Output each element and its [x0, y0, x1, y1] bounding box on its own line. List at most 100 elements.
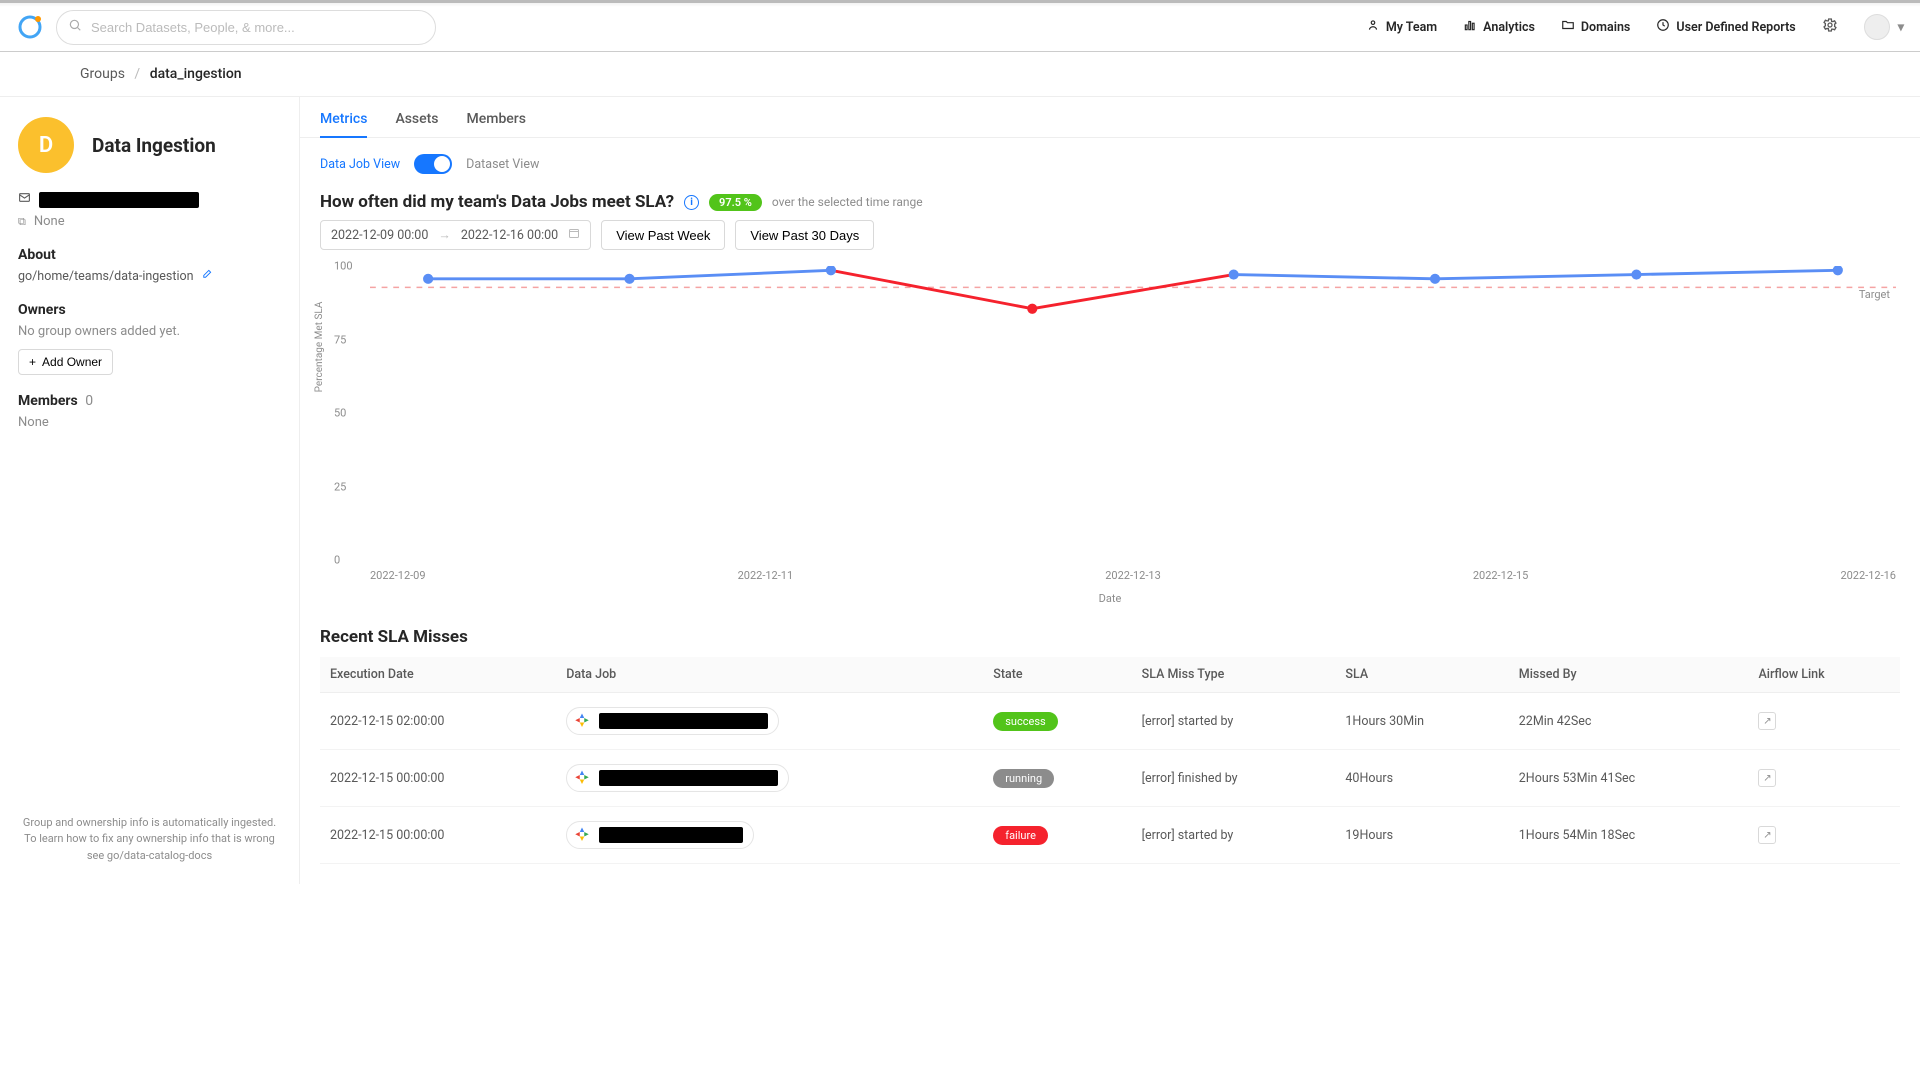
chart-icon	[1463, 18, 1477, 36]
calendar-icon	[568, 227, 580, 243]
chart-ytick: 25	[334, 480, 346, 493]
cell-miss-type: [error] finished by	[1132, 750, 1336, 807]
data-job-chip[interactable]	[566, 821, 754, 849]
slack-icon: ⧉	[18, 215, 26, 229]
view-data-job[interactable]: Data Job View	[320, 157, 400, 172]
state-pill: success	[993, 712, 1057, 731]
mail-icon	[18, 191, 31, 208]
search-icon	[68, 18, 82, 36]
arrow-right-icon: →	[438, 228, 451, 243]
cell-missed-by: 2Hours 53Min 41Sec	[1509, 750, 1749, 807]
clock-icon	[1656, 18, 1670, 36]
view-dataset[interactable]: Dataset View	[466, 157, 539, 172]
breadcrumb-root[interactable]: Groups	[80, 66, 125, 82]
data-job-chip[interactable]	[566, 707, 779, 735]
info-icon[interactable]: i	[684, 195, 699, 210]
plus-icon: +	[29, 355, 36, 369]
cell-sla: 19Hours	[1335, 807, 1508, 864]
owners-label: Owners	[18, 302, 281, 318]
chart-ytick: 0	[334, 554, 340, 567]
table-row: 2022-12-15 00:00:00 failure [error] starte…	[320, 807, 1900, 864]
airflow-link-icon[interactable]: ↗	[1758, 826, 1776, 844]
sidebar: D Data Ingestion ⧉ None About go/home/te…	[0, 97, 300, 884]
chart-ylabel: Percentage Met SLA	[314, 302, 325, 393]
nav-label: My Team	[1386, 20, 1437, 35]
chart-xtick: 2022-12-09	[370, 569, 426, 582]
user-menu[interactable]: ▾	[1864, 14, 1904, 40]
airflow-link-icon[interactable]: ↗	[1758, 769, 1776, 787]
page-question: How often did my team's Data Jobs meet S…	[320, 192, 674, 212]
nav-my-team[interactable]: My Team	[1366, 18, 1437, 36]
topbar: My Team Analytics Domains User Defined R…	[0, 0, 1920, 52]
search-input[interactable]	[56, 10, 436, 45]
about-label: About	[18, 247, 281, 263]
members-label: Members 0	[18, 393, 281, 409]
chart-xtick: 2022-12-11	[738, 569, 794, 582]
chart-plot	[370, 266, 1896, 693]
cell-miss-type: [error] started by	[1132, 693, 1336, 750]
sidebar-footer-note: Group and ownership info is automaticall…	[18, 575, 281, 865]
airflow-link-icon[interactable]: ↗	[1758, 712, 1776, 730]
breadcrumb: Groups / data_ingestion	[0, 52, 1920, 97]
logo[interactable]	[16, 13, 44, 41]
members-none: None	[18, 415, 281, 430]
breadcrumb-current: data_ingestion	[150, 66, 242, 82]
chart-ytick: 100	[334, 260, 353, 273]
redacted-job-name	[599, 770, 778, 786]
date-range-picker[interactable]: 2022-12-09 00:00 → 2022-12-16 00:00	[320, 220, 591, 250]
state-pill: failure	[993, 826, 1048, 845]
data-job-chip[interactable]	[566, 764, 789, 792]
chart-xtick: 2022-12-13	[1105, 569, 1161, 582]
nav-label: Analytics	[1483, 20, 1535, 35]
main: Metrics Assets Members Data Job View Dat…	[300, 97, 1920, 884]
table-row: 2022-12-15 00:00:00running[error] finish…	[320, 750, 1900, 807]
add-owner-label: Add Owner	[42, 355, 102, 369]
search-box	[56, 10, 436, 45]
nav-domains[interactable]: Domains	[1561, 18, 1630, 36]
date-from: 2022-12-09 00:00	[331, 228, 428, 243]
cell-exec-date: 2022-12-15 02:00:00	[320, 693, 556, 750]
chart-xtick: 2022-12-16	[1840, 569, 1896, 582]
question-sub: over the selected time range	[772, 195, 923, 209]
owners-empty: No group owners added yet.	[18, 324, 281, 339]
date-to: 2022-12-16 00:00	[461, 228, 558, 243]
group-title: Data Ingestion	[92, 134, 216, 157]
tab-metrics[interactable]: Metrics	[320, 111, 367, 137]
nav-label: Domains	[1581, 20, 1630, 35]
nav-user-reports[interactable]: User Defined Reports	[1656, 18, 1795, 36]
group-avatar: D	[18, 117, 74, 173]
sla-chart: Percentage Met SLA 0255075100 Target 202…	[320, 260, 1900, 590]
nav-label: User Defined Reports	[1676, 20, 1795, 35]
avatar	[1864, 14, 1890, 40]
cell-missed-by: 22Min 42Sec	[1509, 693, 1749, 750]
sla-badge: 97.5 %	[709, 194, 762, 211]
cell-exec-date: 2022-12-15 00:00:00	[320, 750, 556, 807]
team-icon	[1366, 18, 1380, 36]
add-owner-button[interactable]: + Add Owner	[18, 349, 113, 375]
redacted-job-name	[599, 713, 768, 729]
view-toggle[interactable]	[414, 154, 452, 174]
cell-miss-type: [error] started by	[1132, 807, 1336, 864]
cell-sla: 1Hours 30Min	[1335, 693, 1508, 750]
folder-icon	[1561, 18, 1575, 36]
chevron-down-icon: ▾	[1898, 19, 1904, 35]
about-link[interactable]: go/home/teams/data-ingestion	[18, 269, 194, 284]
edit-icon[interactable]	[201, 269, 212, 284]
tab-members[interactable]: Members	[467, 111, 526, 137]
contact-none: None	[34, 214, 65, 229]
tabs: Metrics Assets Members	[300, 97, 1920, 138]
chart-xtick: 2022-12-15	[1473, 569, 1529, 582]
cell-exec-date: 2022-12-15 00:00:00	[320, 807, 556, 864]
chart-ytick: 75	[334, 333, 346, 346]
chart-ytick: 50	[334, 407, 346, 420]
redacted-job-name	[599, 827, 743, 843]
cell-missed-by: 1Hours 54Min 18Sec	[1509, 807, 1749, 864]
redacted-email	[39, 192, 199, 208]
cell-sla: 40Hours	[1335, 750, 1508, 807]
nav-analytics[interactable]: Analytics	[1463, 18, 1535, 36]
gear-icon[interactable]	[1822, 17, 1838, 37]
view-past-30-button[interactable]: View Past 30 Days	[735, 220, 874, 250]
view-past-week-button[interactable]: View Past Week	[601, 220, 725, 250]
topnav: My Team Analytics Domains User Defined R…	[1366, 14, 1904, 40]
tab-assets[interactable]: Assets	[395, 111, 438, 137]
